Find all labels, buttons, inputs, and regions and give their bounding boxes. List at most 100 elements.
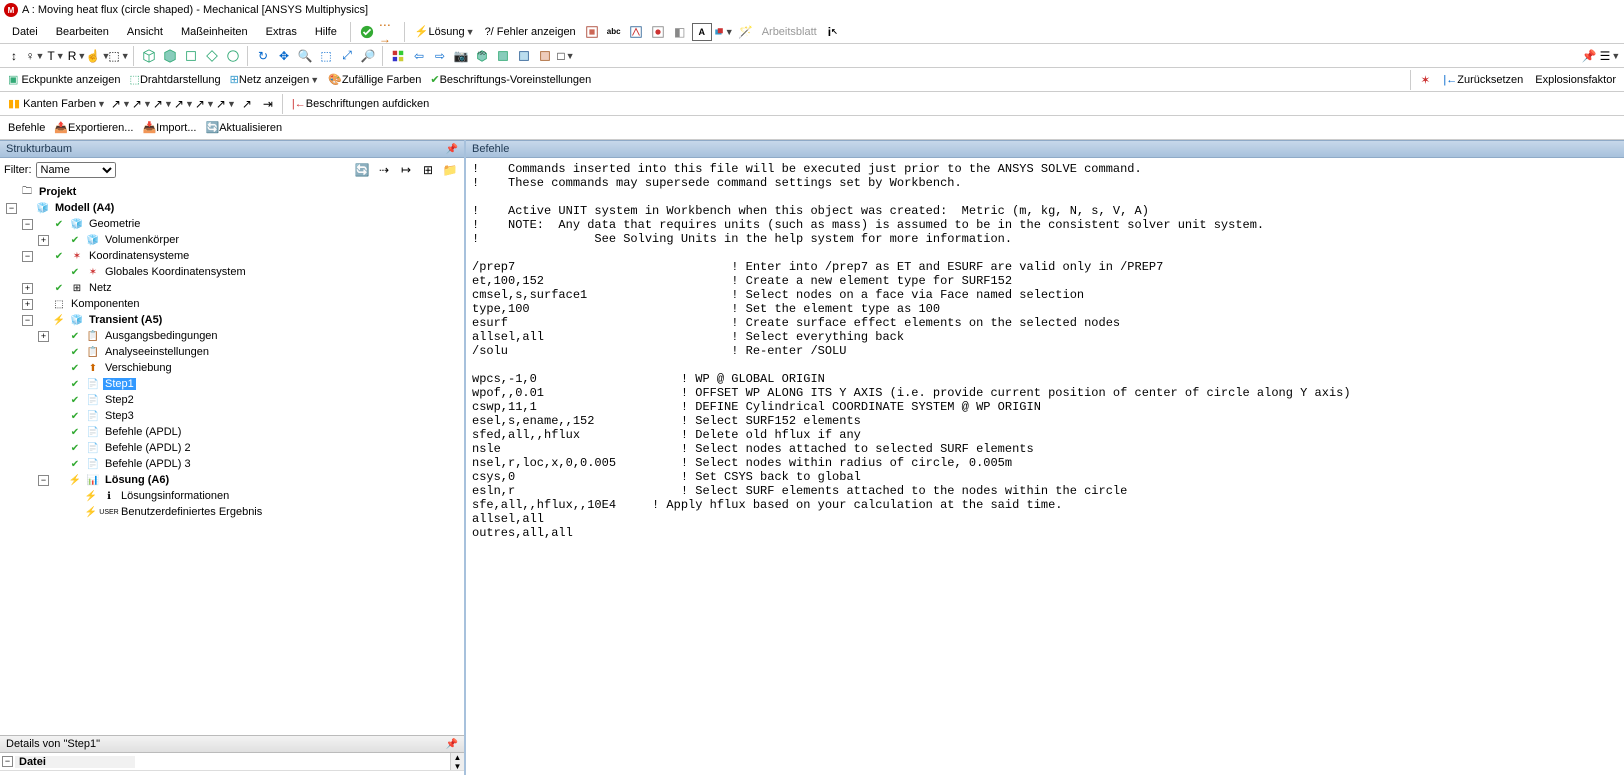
eckpunkte-button[interactable]: ▣ Eckpunkte anzeigen [4, 70, 125, 90]
tree-verschiebung[interactable]: Verschiebung [103, 362, 174, 374]
tb2-icon-5[interactable]: ☝▼ [88, 47, 108, 65]
tree-projekt[interactable]: Projekt [37, 186, 78, 198]
zoom-box-icon[interactable]: ⬚ [316, 47, 336, 65]
exp-trans[interactable]: − [22, 315, 33, 326]
tree-losungsinfo[interactable]: Lösungsinformationen [119, 490, 231, 502]
losung-button[interactable]: ⚡Lösung▼ [411, 22, 479, 42]
tb-icon-abc[interactable]: abc [604, 23, 624, 41]
exp-ausg[interactable]: + [38, 331, 49, 342]
cube-front-icon[interactable] [493, 47, 513, 65]
cube-icon-2[interactable] [160, 47, 180, 65]
zoom-fit-icon[interactable]: ⤢ [337, 47, 357, 65]
ctx-menu-icon[interactable]: ☰▼ [1600, 47, 1620, 65]
prev-view-icon[interactable]: ⇦ [409, 47, 429, 65]
filter-expand-icon[interactable]: ⇢ [374, 161, 394, 179]
tb-icon-1[interactable] [582, 23, 602, 41]
tree-step2[interactable]: Step2 [103, 394, 136, 406]
menu-datei[interactable]: Datei [4, 24, 46, 40]
tree-modell[interactable]: Modell (A4) [53, 202, 116, 214]
edge-icon-3[interactable]: ↗▼ [153, 95, 173, 113]
edge-icon-2[interactable]: ↗▼ [132, 95, 152, 113]
zoom-in-icon[interactable]: 🔍 [295, 47, 315, 65]
cube-iso-icon[interactable]: ISO [472, 47, 492, 65]
exp-losung[interactable]: − [38, 475, 49, 486]
pin-icon[interactable]: 📌 [446, 144, 458, 155]
befehle-button[interactable]: Befehle [4, 118, 49, 138]
rotate-icon[interactable]: ↻ [253, 47, 273, 65]
exp-komp[interactable]: + [22, 299, 33, 310]
exp-geom[interactable]: − [22, 219, 33, 230]
tree-globkoord[interactable]: Globales Koordinatensystem [103, 266, 248, 278]
zufall-button[interactable]: 🎨Zufällige Farben [324, 70, 425, 90]
tree-netz[interactable]: Netz [87, 282, 114, 294]
tb2-icon-4[interactable]: R▼ [67, 47, 87, 65]
zuruck-button[interactable]: |←Zurücksetzen [1439, 70, 1527, 90]
netz-button[interactable]: ⊞Netz anzeigen▼ [226, 70, 323, 90]
tree-befehle2[interactable]: Befehle (APDL) 2 [103, 442, 193, 454]
tree-komponenten[interactable]: Komponenten [69, 298, 142, 310]
tb-icon-3[interactable] [648, 23, 668, 41]
edge-icon-1[interactable]: ↗▼ [111, 95, 131, 113]
cube-side-icon[interactable] [514, 47, 534, 65]
details-pin-icon[interactable]: 📌 [446, 739, 458, 750]
tb-icon-5[interactable]: ▼ [714, 23, 734, 41]
command-editor[interactable]: ! Commands inserted into this file will … [466, 158, 1624, 775]
cube-icon-1[interactable] [139, 47, 159, 65]
tree-ausgangs[interactable]: Ausgangsbedingungen [103, 330, 220, 342]
aktual-button[interactable]: 🔄Aktualisieren [201, 118, 286, 138]
tb2-icon-2[interactable]: ♀▼ [25, 47, 45, 65]
tree-volumen[interactable]: Volumenkörper [103, 234, 181, 246]
filter-folder-icon[interactable]: 📁 [440, 161, 460, 179]
view-dd-icon[interactable]: □▼ [556, 47, 576, 65]
exp-koord[interactable]: − [22, 251, 33, 262]
filter-select[interactable]: Name [36, 162, 116, 178]
tree-befehle3[interactable]: Befehle (APDL) 3 [103, 458, 193, 470]
tb2-icon-3[interactable]: T▼ [46, 47, 66, 65]
edge-icon-7[interactable]: ↗ [237, 95, 257, 113]
tb2-icon-6[interactable]: ⬚▼ [109, 47, 129, 65]
menu-masseinheiten[interactable]: Maßeinheiten [173, 24, 256, 40]
tb-icon-A[interactable]: A [692, 23, 712, 41]
check-icon[interactable] [357, 23, 377, 41]
edge-icon-4[interactable]: ↗▼ [174, 95, 194, 113]
menu-extras[interactable]: Extras [258, 24, 305, 40]
tree-losung6[interactable]: Lösung (A6) [103, 474, 171, 486]
zoom-sel-icon[interactable]: 🔎 [358, 47, 378, 65]
fehler-button[interactable]: ?/ Fehler anzeigen [481, 22, 580, 42]
tree-befehle1[interactable]: Befehle (APDL) [103, 426, 183, 438]
tb-icon-wizard[interactable]: 🪄 [736, 23, 756, 41]
edge-icon-5[interactable]: ↗▼ [195, 95, 215, 113]
camera-icon[interactable]: 📷 [451, 47, 471, 65]
tree-step1[interactable]: Step1 [103, 378, 136, 390]
next-view-icon[interactable]: ⇨ [430, 47, 450, 65]
xaxis-icon[interactable]: ✶ [1415, 71, 1435, 89]
pin-view-icon[interactable]: 📌 [1579, 47, 1599, 65]
draht-button[interactable]: ⬚Drahtdarstellung [126, 70, 225, 90]
edge-icon-8[interactable]: ⇥ [258, 95, 278, 113]
import-button[interactable]: 📥Import... [138, 118, 200, 138]
cube-icon-4[interactable] [202, 47, 222, 65]
menu-hilfe[interactable]: Hilfe [307, 24, 345, 40]
tb2-icon-1[interactable]: ↕ [4, 47, 24, 65]
menu-bearbeiten[interactable]: Bearbeiten [48, 24, 117, 40]
arbeitsblatt-button[interactable]: Arbeitsblatt [758, 22, 821, 42]
beschriftung-button[interactable]: ✔Beschriftungs-Voreinstellungen [426, 70, 595, 90]
cube-icon-5[interactable] [223, 47, 243, 65]
tree-geometrie[interactable]: Geometrie [87, 218, 142, 230]
tree-koord[interactable]: Koordinatensysteme [87, 250, 191, 262]
cube-top-icon[interactable] [535, 47, 555, 65]
details-exp[interactable]: − [2, 756, 13, 767]
export-button[interactable]: 📤Exportieren... [50, 118, 137, 138]
tree-transient[interactable]: Transient (A5) [87, 314, 164, 326]
tb-icon-2[interactable] [626, 23, 646, 41]
exp-vol[interactable]: + [38, 235, 49, 246]
arrows-icon[interactable]: ⋯→ [379, 23, 399, 41]
edge-icon-6[interactable]: ↗▼ [216, 95, 236, 113]
tb-icon-4[interactable]: ◧ [670, 23, 690, 41]
details-scrollbar[interactable]: ▲▼ [450, 753, 464, 770]
exp-modell[interactable]: − [6, 203, 17, 214]
project-tree[interactable]: 🗀Projekt −🧊Modell (A4) −✔🧊Geometrie +✔🧊V… [0, 182, 464, 735]
filter-refresh-icon[interactable]: 🔄 [352, 161, 372, 179]
menu-ansicht[interactable]: Ansicht [119, 24, 171, 40]
beschrift-auf-button[interactable]: |←Beschriftungen aufdicken [288, 94, 433, 114]
